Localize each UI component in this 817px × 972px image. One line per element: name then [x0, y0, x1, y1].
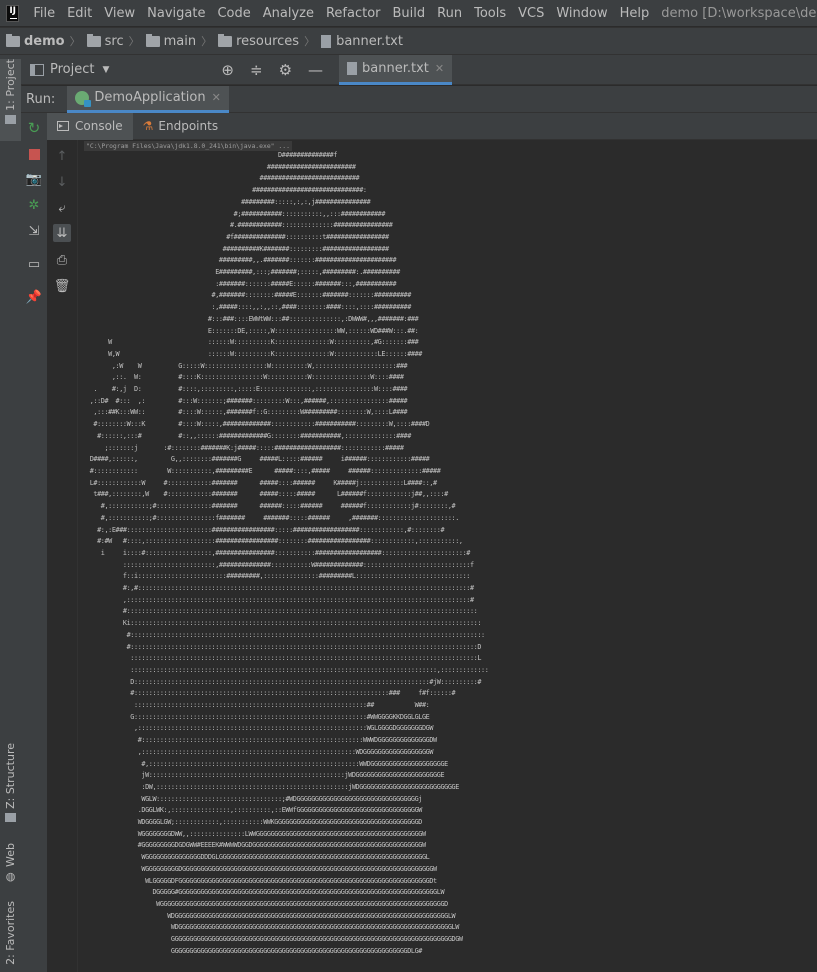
menu-refactor[interactable]: Refactor [320, 6, 387, 21]
project-icon [30, 63, 44, 76]
scroll-to-end-icon[interactable]: ⇊ [53, 224, 71, 242]
tab-web-label: Web [4, 843, 17, 867]
trash-icon[interactable]: 🗑 [53, 277, 71, 295]
menu-view[interactable]: View [98, 6, 141, 21]
tab-structure-label: Z: Structure [4, 743, 17, 809]
soft-wrap-icon[interactable]: ⤶ [53, 199, 71, 217]
menu-code[interactable]: Code [211, 6, 256, 21]
breadcrumb-label: src [104, 33, 124, 49]
locate-icon[interactable]: ⊕ [221, 61, 234, 79]
breadcrumb-item-demo[interactable]: demo 〉 [0, 33, 81, 49]
chevron-right-icon: 〉 [69, 35, 81, 48]
stop-icon[interactable] [26, 146, 42, 162]
endpoints-icon: ⚗ [142, 119, 154, 133]
window-title: demo [D:\workspace\demo] - ... [661, 5, 817, 21]
menu-help[interactable]: Help [614, 6, 656, 21]
exit-icon[interactable]: ⇲ [26, 223, 42, 239]
menu-edit[interactable]: Edit [61, 6, 98, 21]
run-label: Run: [26, 91, 56, 107]
tab-structure[interactable]: Z: Structure [0, 743, 21, 827]
left-tool-strip: 1: Project Z: Structure Web ◍ 2: Favorit… [0, 55, 22, 972]
console-icon [57, 121, 69, 131]
spring-boot-icon [75, 90, 92, 107]
breadcrumb-label: main [163, 33, 197, 49]
breadcrumb-item-resources[interactable]: resources 〉 [212, 33, 315, 49]
breadcrumb: demo 〉 src 〉 main 〉 resources 〉 banner.t… [0, 27, 817, 55]
run-toolbar: ↻ 📷 ✲ ⇲ ▭ 📌 [21, 113, 48, 972]
text-file-icon [347, 61, 358, 75]
run-tab-demoapplication[interactable]: DemoApplication ✕ [67, 85, 229, 113]
rerun-icon[interactable]: ↻ [26, 119, 42, 137]
project-toolbar: Project ▼ ⊕ ≑ ⚙ — banner.txt ✕ [21, 54, 817, 85]
layout-icon[interactable]: ▭ [26, 256, 42, 272]
menu-analyze[interactable]: Analyze [257, 6, 320, 21]
structure-icon [5, 812, 16, 822]
breadcrumb-item-src[interactable]: src 〉 [81, 33, 140, 49]
project-view-selector[interactable]: Project [50, 62, 94, 77]
breadcrumb-item-main[interactable]: main 〉 [140, 33, 212, 49]
console-tabs: Console ⚗ Endpoints [47, 112, 817, 140]
close-icon[interactable]: ✕ [435, 62, 444, 75]
folder-icon [6, 33, 20, 47]
tab-console-label: Console [75, 119, 123, 133]
breadcrumb-item-banner[interactable]: banner.txt [315, 34, 403, 49]
menu-run[interactable]: Run [431, 6, 468, 21]
tab-project-label: 1: Project [4, 59, 17, 111]
tab-web[interactable]: Web ◍ [0, 843, 21, 891]
menu-navigate[interactable]: Navigate [141, 6, 211, 21]
folder-icon [145, 33, 160, 47]
print-icon[interactable]: ⎙ [53, 251, 71, 269]
tab-favorites-label: 2: Favorites [4, 901, 17, 965]
menu-build[interactable]: Build [387, 6, 432, 21]
tab-console[interactable]: Console [47, 112, 133, 140]
breadcrumb-label: resources [236, 33, 300, 49]
chevron-right-icon: 〉 [201, 35, 213, 48]
tab-endpoints-label: Endpoints [158, 119, 219, 133]
debug-icon[interactable]: ✲ [26, 197, 42, 213]
text-file-icon [321, 34, 332, 48]
console-output[interactable]: "C:\Program Files\Java\jdk1.8.0_241\bin\… [78, 140, 817, 972]
tab-endpoints[interactable]: ⚗ Endpoints [133, 113, 228, 140]
chevron-right-icon: 〉 [128, 35, 140, 48]
menu-tools[interactable]: Tools [468, 6, 512, 21]
editor-tab-label: banner.txt [362, 60, 429, 76]
chevron-down-icon[interactable]: ▼ [102, 65, 109, 75]
arrow-up-icon[interactable]: ↑ [53, 147, 71, 165]
folder-icon [86, 33, 101, 47]
editor-tab-banner[interactable]: banner.txt ✕ [339, 54, 453, 85]
collapse-all-icon[interactable]: ≑ [250, 61, 263, 79]
folder-icon [218, 33, 233, 47]
menu-window[interactable]: Window [550, 6, 613, 21]
folder-icon [5, 114, 16, 124]
menu-bar: IJ File Edit View Navigate Code Analyze … [0, 0, 817, 26]
console-toolbar: ↑ ↓ ⤶ ⇊ ⎙ 🗑 [47, 140, 78, 972]
camera-icon[interactable]: 📷 [26, 171, 42, 187]
breadcrumb-label: banner.txt [336, 33, 403, 49]
ascii-banner: D##############f #######################… [89, 151, 489, 955]
menu-vcs[interactable]: VCS [512, 6, 550, 21]
tab-favorites[interactable]: 2: Favorites [0, 901, 21, 971]
intellij-logo-icon: IJ [6, 4, 20, 22]
run-tab-label: DemoApplication [94, 90, 206, 105]
chevron-right-icon: 〉 [304, 35, 316, 48]
close-icon[interactable]: ✕ [212, 91, 221, 104]
arrow-down-icon[interactable]: ↓ [53, 173, 71, 191]
gear-icon[interactable]: ⚙ [279, 61, 292, 79]
menu-file[interactable]: File [27, 6, 61, 21]
run-bar: Run: DemoApplication ✕ [21, 85, 817, 113]
pin-icon[interactable]: 📌 [26, 289, 42, 305]
hide-icon[interactable]: — [308, 61, 323, 79]
tab-project[interactable]: 1: Project [0, 59, 21, 141]
globe-icon: ◍ [5, 869, 16, 883]
breadcrumb-label: demo [24, 33, 65, 49]
